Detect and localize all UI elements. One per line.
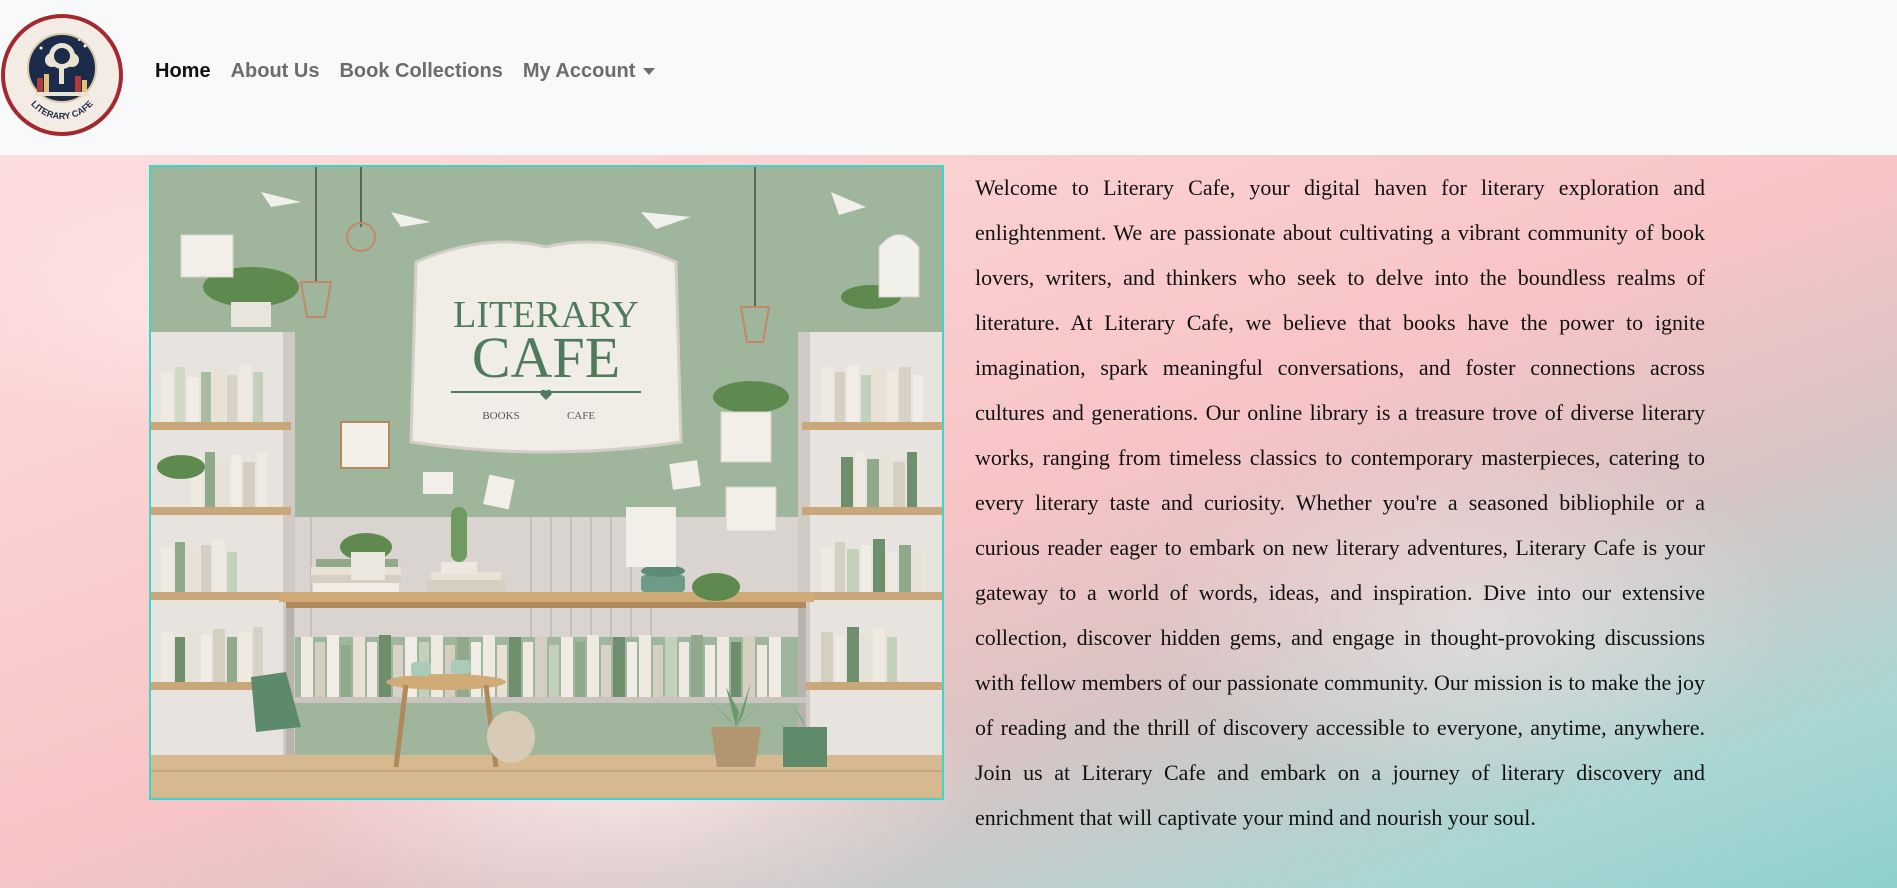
nav-my-account-label: My Account <box>522 60 636 82</box>
logo-emblem-icon: LITERARY CAFE <box>10 23 114 127</box>
chevron-down-icon <box>643 68 656 75</box>
nav-about-us[interactable]: About Us <box>221 60 330 83</box>
sign-sub-right: CAFE <box>567 410 595 422</box>
hero-image: LITERARY CAFE BOOKS CAFE <box>149 165 944 800</box>
nav-book-collections-label: Book Collections <box>339 60 503 82</box>
nav-my-account-dropdown[interactable]: My Account <box>513 60 666 83</box>
navbar: LITERARY CAFE Home About Us Book Collect… <box>0 0 1897 155</box>
nav-about-us-label: About Us <box>230 60 320 82</box>
main-nav: Home About Us Book Collections My Accoun… <box>155 60 665 83</box>
sign-sub-left: BOOKS <box>482 410 519 422</box>
sign-title-line2: CAFE <box>472 325 620 390</box>
cafe-illustration: LITERARY CAFE BOOKS CAFE <box>151 167 942 798</box>
about-paragraph: Welcome to Literary Cafe, your digital h… <box>975 175 1705 830</box>
site-logo[interactable]: LITERARY CAFE <box>1 14 123 136</box>
nav-book-collections[interactable]: Book Collections <box>329 60 512 83</box>
nav-home[interactable]: Home <box>155 60 221 83</box>
nav-home-label: Home <box>155 60 211 82</box>
